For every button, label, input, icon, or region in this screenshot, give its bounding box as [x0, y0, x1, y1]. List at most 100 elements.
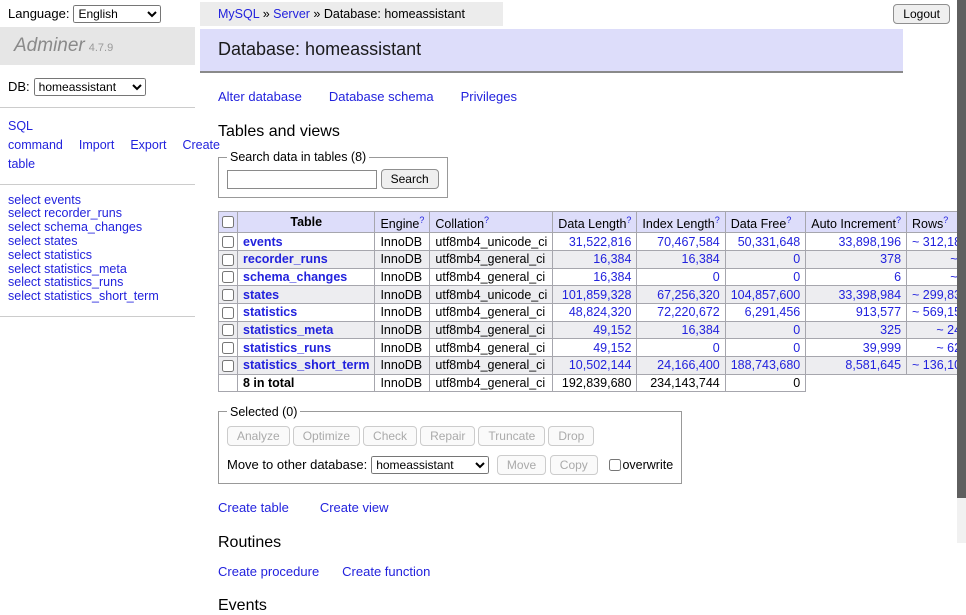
optimize-button[interactable]: Optimize: [293, 426, 360, 446]
help-link[interactable]: ?: [943, 215, 948, 225]
index-length-link[interactable]: 16,384: [682, 252, 720, 266]
help-link[interactable]: ?: [419, 215, 424, 225]
data-length-link[interactable]: 48,824,320: [569, 305, 632, 319]
check-button[interactable]: Check: [363, 426, 417, 446]
sidebar-table-link[interactable]: select statistics_runs: [8, 276, 187, 290]
breadcrumb-link[interactable]: Server: [273, 7, 310, 21]
search-button[interactable]: Search: [381, 169, 439, 189]
table-link[interactable]: schema_changes: [243, 270, 347, 284]
engine-cell: InnoDB: [375, 233, 430, 251]
data-free-link[interactable]: 6,291,456: [745, 305, 801, 319]
row-checkbox[interactable]: [222, 324, 234, 336]
data-length-link[interactable]: 101,859,328: [562, 288, 632, 302]
data-length-link[interactable]: 31,522,816: [569, 235, 632, 249]
index-length-link[interactable]: 16,384: [682, 323, 720, 337]
data-length-link[interactable]: 49,152: [593, 341, 631, 355]
routine-link[interactable]: Create procedure: [218, 564, 319, 579]
index-length-link[interactable]: 67,256,320: [657, 288, 720, 302]
sidebar-link[interactable]: Import: [79, 138, 114, 152]
help-link[interactable]: ?: [786, 215, 791, 225]
db-action-link[interactable]: Alter database: [218, 89, 302, 104]
search-input[interactable]: [227, 170, 377, 189]
data-free-link[interactable]: 0: [793, 341, 800, 355]
auto-increment-link[interactable]: 33,898,196: [838, 235, 901, 249]
sidebar-table-link[interactable]: select events: [8, 194, 187, 208]
data-free-link[interactable]: 188,743,680: [731, 358, 801, 372]
breadcrumb-link[interactable]: MySQL: [218, 7, 259, 21]
table-header-row: TableEngine?Collation?Data Length?Index …: [219, 212, 966, 233]
table-link[interactable]: recorder_runs: [243, 252, 328, 266]
row-checkbox[interactable]: [222, 307, 234, 319]
table-name-cell: schema_changes: [238, 268, 375, 286]
help-link[interactable]: ?: [896, 215, 901, 225]
row-checkbox[interactable]: [222, 254, 234, 266]
index-length-link[interactable]: 70,467,584: [657, 235, 720, 249]
row-checkbox[interactable]: [222, 271, 234, 283]
move-db-select[interactable]: homeassistant: [371, 456, 489, 474]
table-link[interactable]: states: [243, 288, 279, 302]
copy-button[interactable]: Copy: [550, 455, 598, 475]
db-select[interactable]: homeassistant: [34, 78, 146, 96]
auto-increment-link[interactable]: 6: [894, 270, 901, 284]
auto-increment-link[interactable]: 39,999: [863, 341, 901, 355]
row-checkbox[interactable]: [222, 236, 234, 248]
total-empty-cell: [219, 374, 238, 391]
data-length-link[interactable]: 16,384: [593, 270, 631, 284]
app-name: Adminer: [14, 35, 85, 56]
move-button[interactable]: Move: [497, 455, 546, 475]
db-action-link[interactable]: Privileges: [461, 89, 517, 104]
data-free-cell: 188,743,680: [725, 357, 806, 375]
data-free-link[interactable]: 0: [793, 270, 800, 284]
sidebar-table-link[interactable]: select statistics_short_term: [8, 290, 187, 304]
sidebar-link[interactable]: Export: [130, 138, 166, 152]
index-length-link[interactable]: 24,166,400: [657, 358, 720, 372]
sidebar-table-link[interactable]: select statistics: [8, 249, 187, 263]
language-select[interactable]: English: [73, 5, 161, 23]
auto-increment-link[interactable]: 325: [880, 323, 901, 337]
table-link[interactable]: statistics_short_term: [243, 358, 369, 372]
auto-increment-link[interactable]: 378: [880, 252, 901, 266]
index-length-link[interactable]: 72,220,672: [657, 305, 720, 319]
data-length-link[interactable]: 16,384: [593, 252, 631, 266]
auto-increment-link[interactable]: 33,398,984: [838, 288, 901, 302]
analyze-button[interactable]: Analyze: [227, 426, 290, 446]
drop-button[interactable]: Drop: [548, 426, 594, 446]
data-free-cell: 0: [725, 339, 806, 357]
help-link[interactable]: ?: [626, 215, 631, 225]
row-checkbox[interactable]: [222, 289, 234, 301]
routine-link[interactable]: Create function: [342, 564, 430, 579]
db-select-row: DB:homeassistant: [0, 65, 195, 108]
logout-button[interactable]: Logout: [893, 4, 950, 24]
truncate-button[interactable]: Truncate: [478, 426, 545, 446]
create-link[interactable]: Create view: [320, 500, 389, 515]
table-link[interactable]: statistics: [243, 305, 297, 319]
repair-button[interactable]: Repair: [420, 426, 475, 446]
db-action-link[interactable]: Database schema: [329, 89, 434, 104]
index-length-link[interactable]: 0: [713, 341, 720, 355]
data-length-link[interactable]: 10,502,144: [569, 358, 632, 372]
scrollbar-thumb[interactable]: [957, 0, 966, 498]
help-link[interactable]: ?: [484, 215, 489, 225]
help-link[interactable]: ?: [715, 215, 720, 225]
sidebar-table-link[interactable]: select statistics_meta: [8, 263, 187, 277]
table-link[interactable]: statistics_meta: [243, 323, 333, 337]
create-link[interactable]: Create table: [218, 500, 289, 515]
row-checkbox[interactable]: [222, 360, 234, 372]
index-length-link[interactable]: 0: [713, 270, 720, 284]
sidebar-link[interactable]: SQL command: [8, 119, 63, 152]
data-length-link[interactable]: 49,152: [593, 323, 631, 337]
row-checkbox[interactable]: [222, 342, 234, 354]
table-link[interactable]: statistics_runs: [243, 341, 331, 355]
data-free-link[interactable]: 104,857,600: [731, 288, 801, 302]
select-all-checkbox[interactable]: [222, 216, 234, 228]
table-link[interactable]: events: [243, 235, 283, 249]
data-free-link[interactable]: 50,331,648: [738, 235, 801, 249]
auto-increment-link[interactable]: 913,577: [856, 305, 901, 319]
sidebar-table-link[interactable]: select states: [8, 235, 187, 249]
overwrite-checkbox[interactable]: [609, 459, 621, 471]
auto-increment-link[interactable]: 8,581,645: [845, 358, 901, 372]
data-free-link[interactable]: 0: [793, 323, 800, 337]
data-free-link[interactable]: 0: [793, 252, 800, 266]
sidebar-table-link[interactable]: select recorder_runs: [8, 207, 187, 221]
sidebar-table-link[interactable]: select schema_changes: [8, 221, 187, 235]
